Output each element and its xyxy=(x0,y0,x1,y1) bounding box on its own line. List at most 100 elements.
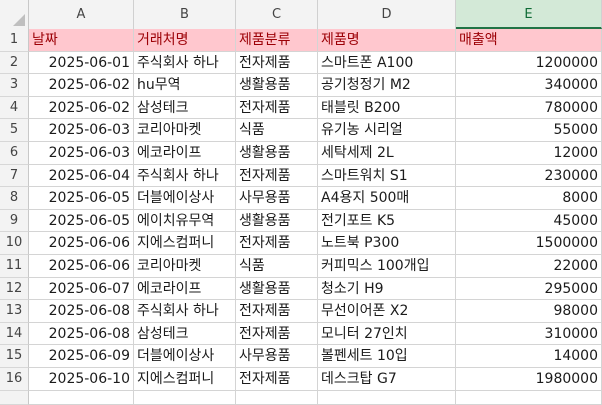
cell-d4[interactable]: 태블릿 B200 xyxy=(318,96,456,120)
header-cell-a[interactable]: 날짜 xyxy=(29,29,134,52)
cell-b12[interactable]: 에코라이프 xyxy=(134,277,236,301)
cell-a14[interactable]: 2025-06-08 xyxy=(29,322,134,346)
row-header-1[interactable]: 1 xyxy=(0,29,29,52)
cell-d2[interactable]: 스마트폰 A100 xyxy=(318,51,456,75)
cell-b15[interactable]: 더블에이상사 xyxy=(134,345,236,368)
header-cell-c[interactable]: 제품분류 xyxy=(236,29,318,52)
cell-d8[interactable]: A4용지 500매 xyxy=(318,187,456,210)
row-header-13[interactable]: 13 xyxy=(0,300,29,323)
row-header-12[interactable]: 12 xyxy=(0,277,29,301)
column-header-d[interactable]: D xyxy=(318,0,456,29)
row-header-16[interactable]: 16 xyxy=(0,368,29,391)
row-header-7[interactable]: 7 xyxy=(0,164,29,188)
cell-e2[interactable]: 1200000 xyxy=(456,51,602,75)
cell-c8[interactable]: 사무용품 xyxy=(236,187,318,210)
cell-e4[interactable]: 780000 xyxy=(456,96,602,120)
cell-d16[interactable]: 데스크탑 G7 xyxy=(318,368,456,391)
cell-e12[interactable]: 295000 xyxy=(456,277,602,301)
cell-a11[interactable]: 2025-06-06 xyxy=(29,255,134,278)
cell-a8[interactable]: 2025-06-05 xyxy=(29,187,134,210)
cell-e15[interactable]: 14000 xyxy=(456,345,602,368)
column-header-c[interactable]: C xyxy=(236,0,318,29)
cell-a4[interactable]: 2025-06-02 xyxy=(29,96,134,120)
cell-e8[interactable]: 8000 xyxy=(456,187,602,210)
cell-a15[interactable]: 2025-06-09 xyxy=(29,345,134,368)
cell-e16[interactable]: 1980000 xyxy=(456,368,602,391)
cell-e9[interactable]: 45000 xyxy=(456,209,602,233)
cell-b6[interactable]: 에코라이프 xyxy=(134,142,236,165)
cell-b5[interactable]: 코리아마켓 xyxy=(134,119,236,142)
cell-d5[interactable]: 유기농 시리얼 xyxy=(318,119,456,142)
cell-e5[interactable]: 55000 xyxy=(456,119,602,142)
cell-b11[interactable]: 코리아마켓 xyxy=(134,255,236,278)
row-header-6[interactable]: 6 xyxy=(0,142,29,165)
cell-b4[interactable]: 삼성테크 xyxy=(134,96,236,120)
select-all-corner[interactable] xyxy=(0,0,29,29)
cell-c6[interactable]: 생활용품 xyxy=(236,142,318,165)
cell-c14[interactable]: 전자제품 xyxy=(236,322,318,346)
cell-c16[interactable]: 전자제품 xyxy=(236,368,318,391)
cell-a12[interactable]: 2025-06-07 xyxy=(29,277,134,301)
row-header-3[interactable]: 3 xyxy=(0,74,29,97)
row-header-10[interactable]: 10 xyxy=(0,232,29,255)
row-header-8[interactable]: 8 xyxy=(0,187,29,210)
column-header-b[interactable]: B xyxy=(134,0,236,29)
row-header-15[interactable]: 15 xyxy=(0,345,29,368)
blank-cell[interactable] xyxy=(134,390,236,405)
cell-a7[interactable]: 2025-06-04 xyxy=(29,164,134,188)
cell-d7[interactable]: 스마트워치 S1 xyxy=(318,164,456,188)
column-header-a[interactable]: A xyxy=(29,0,134,29)
row-header-blank[interactable] xyxy=(0,390,29,405)
cell-d10[interactable]: 노트북 P300 xyxy=(318,232,456,255)
cell-c2[interactable]: 전자제품 xyxy=(236,51,318,75)
cell-b14[interactable]: 삼성테크 xyxy=(134,322,236,346)
cell-a2[interactable]: 2025-06-01 xyxy=(29,51,134,75)
cell-b2[interactable]: 주식회사 하나 xyxy=(134,51,236,75)
cell-b8[interactable]: 더블에이상사 xyxy=(134,187,236,210)
cell-b7[interactable]: 주식회사 하나 xyxy=(134,164,236,188)
cell-d13[interactable]: 무선이어폰 X2 xyxy=(318,300,456,323)
cell-c7[interactable]: 전자제품 xyxy=(236,164,318,188)
cell-c9[interactable]: 생활용품 xyxy=(236,209,318,233)
cell-c12[interactable]: 생활용품 xyxy=(236,277,318,301)
cell-c5[interactable]: 식품 xyxy=(236,119,318,142)
cell-e14[interactable]: 310000 xyxy=(456,322,602,346)
cell-b16[interactable]: 지에스컴퍼니 xyxy=(134,368,236,391)
cell-a9[interactable]: 2025-06-05 xyxy=(29,209,134,233)
blank-cell[interactable] xyxy=(318,390,456,405)
cell-d15[interactable]: 볼펜세트 10입 xyxy=(318,345,456,368)
cell-c11[interactable]: 식품 xyxy=(236,255,318,278)
header-cell-b[interactable]: 거래처명 xyxy=(134,29,236,52)
cell-a6[interactable]: 2025-06-03 xyxy=(29,142,134,165)
blank-cell[interactable] xyxy=(29,390,134,405)
row-header-9[interactable]: 9 xyxy=(0,209,29,233)
row-header-11[interactable]: 11 xyxy=(0,255,29,278)
cell-e3[interactable]: 340000 xyxy=(456,74,602,97)
cell-d14[interactable]: 모니터 27인치 xyxy=(318,322,456,346)
cell-d9[interactable]: 전기포트 K5 xyxy=(318,209,456,233)
cell-e11[interactable]: 22000 xyxy=(456,255,602,278)
cell-a13[interactable]: 2025-06-08 xyxy=(29,300,134,323)
cell-c4[interactable]: 전자제품 xyxy=(236,96,318,120)
row-header-14[interactable]: 14 xyxy=(0,322,29,346)
header-cell-d[interactable]: 제품명 xyxy=(318,29,456,52)
cell-a16[interactable]: 2025-06-10 xyxy=(29,368,134,391)
blank-cell[interactable] xyxy=(456,390,602,405)
row-header-4[interactable]: 4 xyxy=(0,96,29,120)
cell-e10[interactable]: 1500000 xyxy=(456,232,602,255)
cell-e7[interactable]: 230000 xyxy=(456,164,602,188)
cell-e13[interactable]: 98000 xyxy=(456,300,602,323)
cell-a10[interactable]: 2025-06-06 xyxy=(29,232,134,255)
cell-c10[interactable]: 전자제품 xyxy=(236,232,318,255)
cell-d12[interactable]: 청소기 H9 xyxy=(318,277,456,301)
cell-d11[interactable]: 커피믹스 100개입 xyxy=(318,255,456,278)
cell-c15[interactable]: 사무용품 xyxy=(236,345,318,368)
cell-b13[interactable]: 주식회사 하나 xyxy=(134,300,236,323)
header-cell-e[interactable]: 매출액 xyxy=(456,29,602,52)
cell-d3[interactable]: 공기청정기 M2 xyxy=(318,74,456,97)
cell-c3[interactable]: 생활용품 xyxy=(236,74,318,97)
cell-a5[interactable]: 2025-06-03 xyxy=(29,119,134,142)
column-header-e[interactable]: E xyxy=(456,0,602,29)
blank-cell[interactable] xyxy=(236,390,318,405)
cell-c13[interactable]: 전자제품 xyxy=(236,300,318,323)
